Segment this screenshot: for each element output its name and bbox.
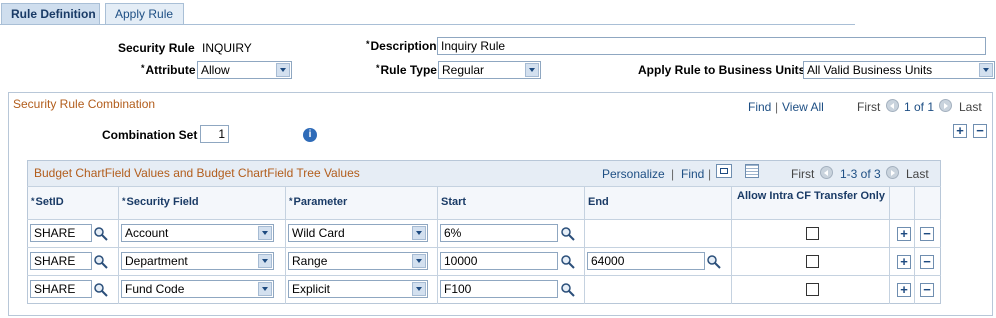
separator: | bbox=[775, 100, 779, 114]
grid-find-link[interactable]: Find bbox=[681, 167, 704, 181]
rule-type-select[interactable]: Regular bbox=[438, 61, 541, 79]
delete-row-button[interactable]: − bbox=[920, 227, 934, 241]
security-field-select[interactable]: Fund Code bbox=[121, 280, 274, 298]
next-icon[interactable] bbox=[939, 99, 952, 112]
lookup-icon[interactable] bbox=[706, 254, 722, 270]
tab-apply-rule[interactable]: Apply Rule bbox=[105, 3, 184, 24]
allow-intra-checkbox[interactable] bbox=[806, 227, 819, 240]
chevron-down-icon bbox=[412, 254, 426, 268]
chevron-down-icon bbox=[412, 226, 426, 240]
apply-rule-label: Apply Rule to Business Units bbox=[638, 63, 806, 77]
chevron-down-icon bbox=[525, 63, 539, 77]
grid-line bbox=[27, 275, 941, 276]
grid-line bbox=[889, 187, 890, 304]
col-parameter: *Parameter bbox=[289, 196, 348, 208]
parameter-select[interactable]: Range bbox=[288, 252, 428, 270]
next-icon[interactable] bbox=[886, 166, 899, 179]
chevron-down-icon bbox=[412, 282, 426, 296]
info-icon[interactable]: i bbox=[303, 128, 317, 142]
attribute-label: *Attribute bbox=[141, 63, 196, 77]
download-spreadsheet-icon[interactable] bbox=[745, 164, 759, 178]
lookup-icon[interactable] bbox=[93, 282, 109, 298]
start-input[interactable]: 6% bbox=[440, 224, 558, 242]
add-combination-button[interactable]: + bbox=[953, 124, 967, 138]
attribute-select[interactable]: Allow bbox=[197, 61, 292, 79]
chevron-down-icon bbox=[979, 63, 993, 77]
delete-row-button[interactable]: − bbox=[920, 283, 934, 297]
chevron-down-icon bbox=[258, 226, 272, 240]
start-input[interactable]: 10000 bbox=[440, 252, 558, 270]
combination-section-title: Security Rule Combination bbox=[13, 97, 156, 111]
setid-input[interactable]: SHARE bbox=[30, 224, 92, 242]
col-end: End bbox=[588, 196, 609, 208]
col-security-field: *Security Field bbox=[122, 196, 199, 208]
allow-intra-checkbox[interactable] bbox=[806, 283, 819, 296]
grid-line bbox=[285, 187, 286, 304]
allow-intra-checkbox[interactable] bbox=[806, 255, 819, 268]
combination-find-link[interactable]: Find bbox=[748, 100, 771, 114]
add-row-button[interactable]: + bbox=[897, 255, 911, 269]
grid-last-label: Last bbox=[906, 167, 929, 181]
add-row-button[interactable]: + bbox=[897, 283, 911, 297]
lookup-icon[interactable] bbox=[93, 254, 109, 270]
grid-line bbox=[437, 187, 438, 304]
col-allow-intra: Allow Intra CF Transfer Only bbox=[737, 190, 885, 202]
grid-line bbox=[584, 187, 585, 304]
lookup-icon[interactable] bbox=[560, 254, 576, 270]
col-start: Start bbox=[441, 196, 467, 208]
rule-type-label: *Rule Type bbox=[376, 63, 437, 77]
setid-input[interactable]: SHARE bbox=[30, 280, 92, 298]
setid-input[interactable]: SHARE bbox=[30, 252, 92, 270]
delete-row-button[interactable]: − bbox=[920, 255, 934, 269]
grid-line bbox=[27, 219, 941, 220]
combination-range: 1 of 1 bbox=[904, 100, 935, 114]
description-label: *Description bbox=[366, 39, 437, 53]
grid-line bbox=[118, 187, 119, 304]
start-input[interactable]: F100 bbox=[440, 280, 558, 298]
prev-icon[interactable] bbox=[820, 166, 833, 179]
grid-line bbox=[731, 187, 732, 304]
lookup-icon[interactable] bbox=[560, 282, 576, 298]
apply-rule-select[interactable]: All Valid Business Units bbox=[803, 61, 995, 79]
security-field-select[interactable]: Department bbox=[121, 252, 274, 270]
lookup-icon[interactable] bbox=[93, 226, 109, 242]
separator: | bbox=[708, 167, 712, 181]
parameter-select[interactable]: Wild Card bbox=[288, 224, 428, 242]
grid-line bbox=[27, 247, 941, 248]
view-all-link[interactable]: View All bbox=[782, 100, 824, 114]
delete-combination-button[interactable]: − bbox=[973, 124, 987, 138]
tab-rule-definition[interactable]: Rule Definition bbox=[1, 3, 100, 25]
end-input[interactable]: 64000 bbox=[587, 252, 705, 270]
prev-icon[interactable] bbox=[886, 99, 899, 112]
security-rule-label: Security Rule bbox=[118, 41, 195, 55]
grid-first-label: First bbox=[791, 167, 815, 181]
tab-underline bbox=[0, 24, 855, 25]
grid-range: 1-3 of 3 bbox=[840, 167, 881, 181]
security-rule-value: INQUIRY bbox=[202, 41, 252, 55]
grid-line bbox=[27, 186, 941, 187]
separator: | bbox=[671, 167, 675, 181]
add-row-button[interactable]: + bbox=[897, 227, 911, 241]
col-setid: *SetID bbox=[31, 196, 64, 208]
chevron-down-icon bbox=[258, 254, 272, 268]
last-label: Last bbox=[959, 100, 982, 114]
description-input[interactable]: Inquiry Rule bbox=[437, 37, 986, 55]
lookup-icon[interactable] bbox=[560, 226, 576, 242]
grid-line bbox=[914, 187, 915, 304]
zoom-icon[interactable] bbox=[716, 164, 732, 178]
grid-title: Budget ChartField Values and Budget Char… bbox=[34, 166, 360, 180]
combination-set-input[interactable]: 1 bbox=[200, 125, 229, 143]
combination-set-label: Combination Set bbox=[102, 128, 198, 142]
chevron-down-icon bbox=[258, 282, 272, 296]
chevron-down-icon bbox=[276, 63, 290, 77]
parameter-select[interactable]: Explicit bbox=[288, 280, 428, 298]
first-label: First bbox=[857, 100, 881, 114]
personalize-link[interactable]: Personalize bbox=[602, 167, 665, 181]
security-field-select[interactable]: Account bbox=[121, 224, 274, 242]
